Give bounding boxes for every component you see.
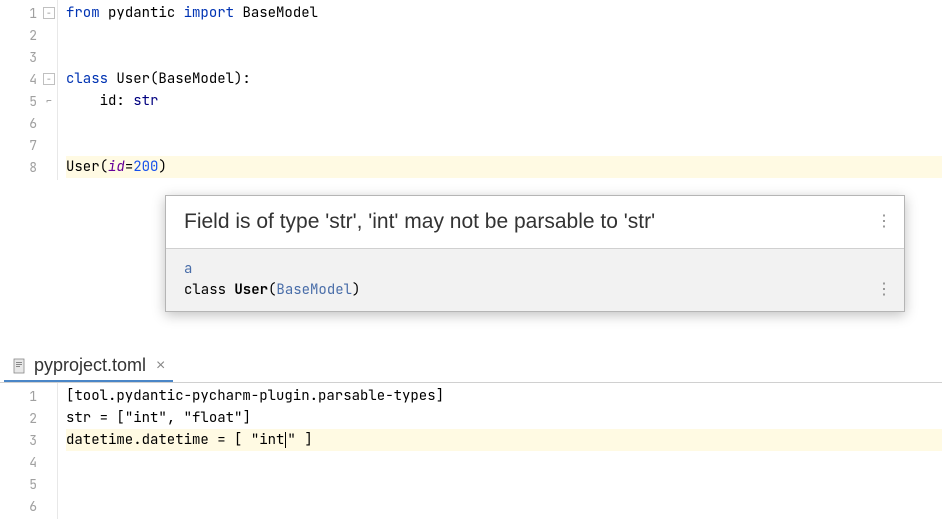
- file-tab-bar: pyproject.toml ×: [0, 349, 942, 383]
- line-number: 3: [29, 432, 37, 449]
- fold-marker-icon[interactable]: −: [43, 7, 55, 19]
- keyword: class: [66, 70, 108, 88]
- toml-section: [tool.pydantic-pycharm-plugin.parsable-t…: [66, 387, 444, 405]
- str-literal: "int": [125, 409, 167, 427]
- type-ref: str: [133, 92, 158, 110]
- class-ref: BaseModel: [242, 4, 318, 22]
- keyword: from: [66, 4, 100, 22]
- line-number: 3: [29, 49, 37, 66]
- int-literal: 200: [133, 158, 158, 176]
- file-icon: [12, 358, 28, 374]
- class-name: User: [116, 70, 150, 88]
- tooltip-param: BaseModel: [276, 281, 352, 299]
- fold-marker-icon[interactable]: −: [43, 73, 55, 85]
- line-number: 8: [29, 159, 37, 176]
- more-icon[interactable]: ⋮: [876, 210, 892, 231]
- line-number: 5: [29, 476, 37, 493]
- line-number: 1: [29, 388, 37, 405]
- python-editor[interactable]: 1− 2 3 4− 5⌐ 6 7 8 from pydantic import …: [0, 0, 942, 180]
- tooltip-class-name: User: [234, 281, 268, 299]
- line-number: 5: [29, 93, 37, 110]
- line-number: 4: [29, 454, 37, 471]
- tooltip-title: Field is of type 'str', 'int' may not be…: [184, 210, 655, 233]
- tooltip-link[interactable]: a: [184, 260, 192, 278]
- line-number: 2: [29, 410, 37, 427]
- keyword: import: [184, 4, 234, 22]
- kwarg-name: id: [108, 158, 125, 176]
- toml-key: str: [66, 409, 91, 427]
- call-name: User: [66, 158, 100, 176]
- line-number: 1: [29, 5, 37, 22]
- tab-filename: pyproject.toml: [34, 355, 146, 376]
- toml-editor[interactable]: 1 2 3 4 5 6 [tool.pydantic-pycharm-plugi…: [0, 383, 942, 519]
- field-name: id: [100, 92, 117, 110]
- fold-end-icon[interactable]: ⌐: [43, 95, 55, 107]
- line-number: 6: [29, 498, 37, 515]
- str-literal: "float": [184, 409, 243, 427]
- line-number: 6: [29, 115, 37, 132]
- base-class: BaseModel: [158, 70, 234, 88]
- inspection-tooltip: Field is of type 'str', 'int' may not be…: [165, 195, 905, 312]
- gutter: 1− 2 3 4− 5⌐ 6 7 8: [0, 0, 58, 180]
- tooltip-kw: class: [184, 281, 234, 299]
- close-icon[interactable]: ×: [156, 357, 165, 375]
- toml-key: datetime.datetime: [66, 431, 209, 449]
- line-number: 4: [29, 71, 37, 88]
- more-icon[interactable]: ⋮: [876, 277, 892, 301]
- gutter: 1 2 3 4 5 6: [0, 383, 58, 519]
- str-literal: "int: [251, 431, 285, 449]
- tab-pyproject[interactable]: pyproject.toml ×: [4, 351, 173, 382]
- line-number: 7: [29, 137, 37, 154]
- line-number: 2: [29, 27, 37, 44]
- module-name: pydantic: [108, 4, 175, 22]
